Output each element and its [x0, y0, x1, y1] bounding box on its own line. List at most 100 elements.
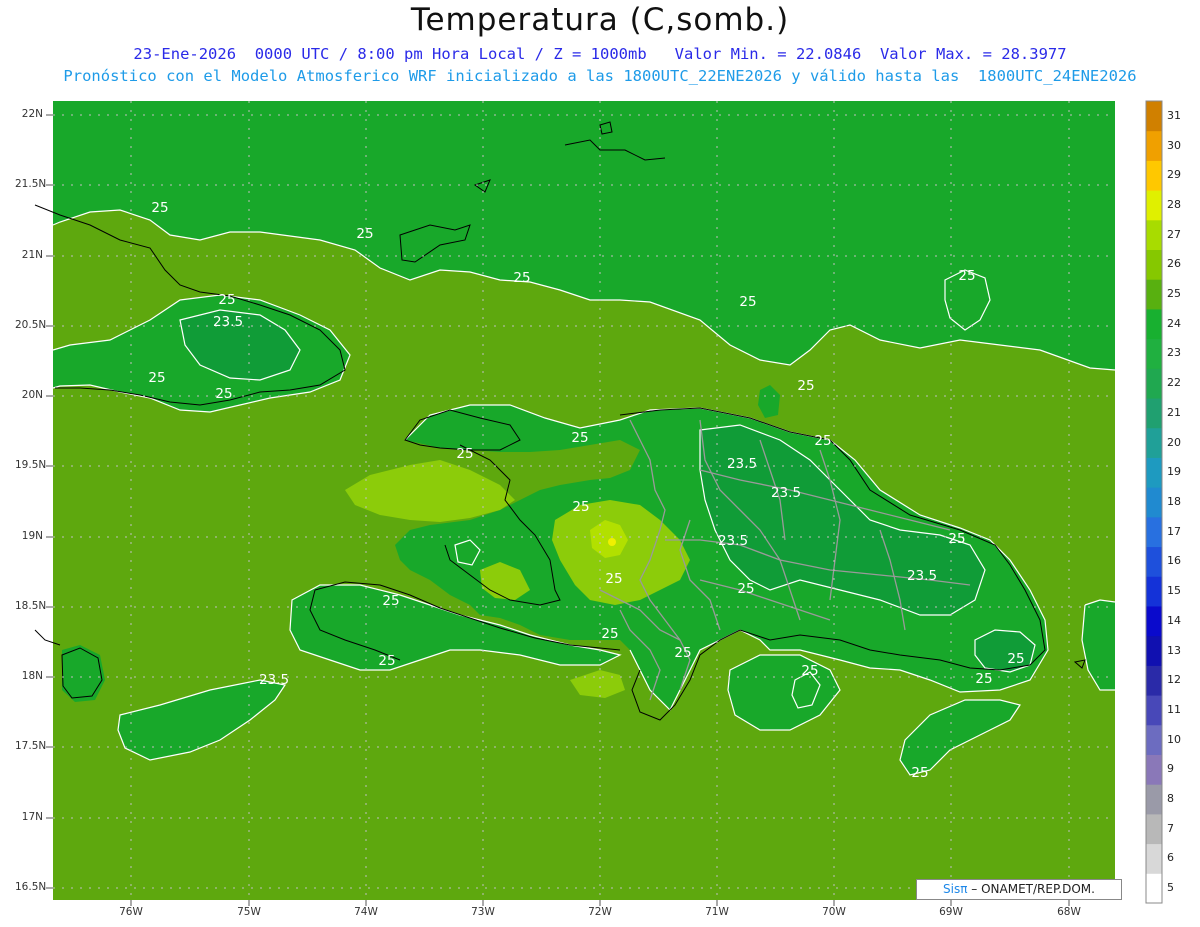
colorbar-segment: [1146, 487, 1162, 518]
contour-value-label: 25: [378, 653, 395, 669]
contour-value-label: 25: [797, 378, 814, 394]
colorbar-label: 16: [1167, 554, 1181, 568]
colorbar-segment: [1146, 546, 1162, 577]
contour-value-label: 25: [958, 268, 975, 284]
colorbar-segment: [1146, 130, 1162, 161]
colorbar-label: 13: [1167, 643, 1181, 657]
contour-value-label: 25: [1007, 651, 1024, 667]
credit-sis: Sis: [943, 882, 961, 896]
colorbar-segment: [1146, 190, 1162, 221]
colorbar-segment: [1146, 279, 1162, 310]
contour-value-label: 25: [571, 430, 588, 446]
colorbar-label: 12: [1167, 673, 1181, 687]
colorbar-segment: [1146, 843, 1162, 874]
colorbar-label: 28: [1167, 197, 1181, 211]
latitude-label: 21N: [21, 249, 43, 261]
colorbar-label: 14: [1167, 613, 1181, 627]
contour-value-label: 25: [975, 671, 992, 687]
colorbar-label: 29: [1167, 168, 1181, 182]
contour-value-label: 25: [801, 663, 818, 679]
colorbar-segment: [1146, 873, 1162, 904]
colorbar-label: 19: [1167, 465, 1181, 479]
colorbar-label: 23: [1167, 346, 1181, 360]
contour-value-label: 25: [601, 626, 618, 642]
colorbar-segment: [1146, 219, 1162, 251]
contour-value-label: 25: [513, 270, 530, 286]
colorbar-label: 30: [1167, 138, 1181, 152]
colorbar-segment: [1146, 754, 1162, 785]
colorbar-label: 8: [1167, 792, 1174, 806]
contour-value-label: 25: [218, 292, 235, 308]
longitude-label: 70W: [822, 906, 846, 918]
contour-value-label: 25: [382, 593, 399, 609]
colorbar-segment: [1146, 427, 1162, 458]
colorbar: [1146, 101, 1162, 904]
colorbar-segment: [1146, 635, 1162, 666]
latitude-label: 17N: [21, 811, 43, 823]
contour-value-label: 25: [151, 200, 168, 216]
colorbar-label: 22: [1167, 376, 1181, 390]
latitude-label: 17.5N: [15, 740, 47, 752]
longitude-label: 76W: [119, 906, 143, 918]
latitude-label: 16.5N: [15, 881, 47, 893]
colorbar-label: 31: [1167, 108, 1181, 122]
colorbar-segment: [1146, 457, 1162, 488]
contour-value-label: 23.5: [771, 485, 801, 501]
latitude-label: 18.5N: [15, 600, 47, 612]
colorbar-segment: [1146, 308, 1162, 340]
contour-value-label: 23.5: [259, 672, 289, 688]
temperature-map: 25 25 25 23.5 25 25 25 25 25 25 25 25 25 23.5 23.5 23.5…: [34, 100, 1163, 906]
colorbar-segment: [1146, 605, 1162, 637]
contour-value-label: 23.5: [718, 533, 748, 549]
contour-value-label: 25: [737, 581, 754, 597]
contour-value-label: 23.5: [907, 568, 937, 584]
colorbar-segment: [1146, 160, 1162, 191]
contour-value-label: 25: [356, 226, 373, 242]
colorbar-label: 21: [1167, 405, 1181, 419]
contour-value-label: 23.5: [213, 314, 243, 330]
colorbar-segment: [1146, 249, 1162, 280]
contour-value-label: 25: [148, 370, 165, 386]
latitude-label: 21.5N: [15, 178, 47, 190]
latitude-label: 22N: [21, 108, 43, 120]
credit-box: Sisπ – ONAMET/REP.DOM.: [916, 879, 1122, 900]
colorbar-label: 9: [1167, 762, 1174, 776]
contour-value-label: 25: [456, 446, 473, 462]
contour-value-label: 23.5: [727, 456, 757, 472]
colorbar-segment: [1146, 665, 1162, 696]
longitude-label: 68W: [1057, 906, 1081, 918]
latitude-label: 20.5N: [15, 319, 47, 331]
colorbar-segment: [1146, 576, 1162, 607]
longitude-label: 75W: [237, 906, 261, 918]
colorbar-segment: [1146, 516, 1162, 548]
longitude-label: 71W: [705, 906, 729, 918]
latitude-label: 20N: [21, 389, 43, 401]
latitude-label: 18N: [21, 670, 43, 682]
contour-value-label: 25: [674, 645, 691, 661]
longitude-label: 69W: [939, 906, 963, 918]
contour-value-label: 25: [911, 765, 928, 781]
colorbar-segment: [1146, 813, 1162, 845]
colorbar-segment: [1146, 784, 1162, 815]
colorbar-label: 15: [1167, 584, 1181, 598]
longitude-label: 73W: [471, 906, 495, 918]
colorbar-label: 5: [1167, 881, 1174, 895]
temperature-band-28-29: [608, 538, 616, 546]
longitude-label: 72W: [588, 906, 612, 918]
colorbar-segment: [1146, 338, 1162, 369]
colorbar-label: 7: [1167, 821, 1174, 835]
colorbar-segment: [1146, 398, 1162, 429]
credit-agency: – ONAMET/REP.DOM.: [967, 882, 1095, 896]
colorbar-label: 10: [1167, 732, 1181, 746]
colorbar-segment: [1146, 724, 1162, 755]
colorbar-segment: [1146, 695, 1162, 726]
latitude-label: 19N: [21, 530, 43, 542]
contour-value-label: 25: [605, 571, 622, 587]
colorbar-label: 24: [1167, 316, 1181, 330]
colorbar-label: 6: [1167, 851, 1174, 865]
longitude-label: 74W: [354, 906, 378, 918]
contour-value-label: 25: [215, 386, 232, 402]
contour-value-label: 25: [948, 531, 965, 547]
contour-value-label: 25: [572, 499, 589, 515]
colorbar-label: 18: [1167, 495, 1181, 508]
